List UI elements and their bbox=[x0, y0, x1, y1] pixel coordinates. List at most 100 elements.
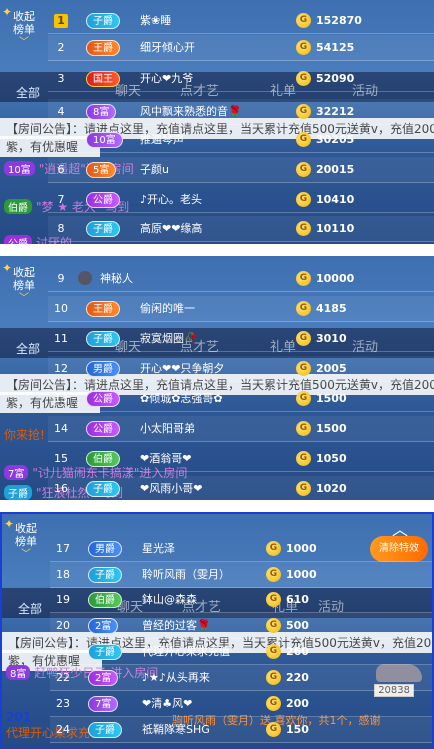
coin-icon: G bbox=[296, 271, 311, 286]
leaderboard-row[interactable]: 2 王爵 细牙倾心开 G 54125 bbox=[48, 35, 434, 61]
coin-icon: G bbox=[296, 301, 311, 316]
contribution-value: 1000 bbox=[286, 568, 317, 581]
rank-number: 17 bbox=[56, 542, 70, 555]
coin-icon: G bbox=[296, 451, 311, 466]
rank-badge: 子爵 bbox=[86, 481, 120, 497]
contribution-value: 1500 bbox=[316, 392, 347, 405]
user-name: 风中飘来熟悉的音🌹 bbox=[140, 105, 242, 118]
contribution-value: 32212 bbox=[316, 105, 355, 118]
leaderboard-row[interactable]: 24 子爵 祗鞘隊寒SHG G 150 bbox=[50, 717, 432, 743]
rank-number: 10 bbox=[54, 302, 68, 315]
contribution-value: 4185 bbox=[316, 302, 347, 315]
collapse-leaderboard-button[interactable]: ✦ 收起 榜单 ﹀ bbox=[4, 518, 46, 561]
leaderboard-row[interactable]: 22 2富 ♪★♪从头再来 G 220 bbox=[50, 665, 432, 691]
rank-badge: 5富 bbox=[86, 162, 117, 178]
user-name: ❤清♣风❤ bbox=[142, 697, 193, 710]
collapse-leaderboard-button[interactable]: ✦ 收起 榜单 ﹀ bbox=[2, 262, 44, 305]
mystery-avatar-icon bbox=[78, 271, 92, 285]
user-name: ♪★♪从头再来 bbox=[142, 671, 210, 684]
rank-number: 8 bbox=[57, 222, 65, 235]
rank-badge: 10富 bbox=[86, 132, 123, 148]
rank-badge: 2富 bbox=[88, 670, 119, 686]
user-name: 子颜u bbox=[140, 163, 169, 176]
leaderboard-row[interactable]: 12 男爵 开心❤❤只争朝夕 G 2005 bbox=[48, 356, 434, 382]
all-filter[interactable]: 全部 bbox=[18, 600, 42, 617]
contribution-value: 1050 bbox=[316, 452, 347, 465]
rank-badge: 公爵 bbox=[86, 192, 120, 208]
coin-icon: G bbox=[266, 696, 281, 711]
leaderboard-row[interactable]: 3 国王 开心❤九爷 G 52090 bbox=[48, 66, 434, 92]
rank-number: 21 bbox=[56, 645, 70, 658]
contribution-value: 220 bbox=[286, 671, 309, 684]
leaderboard-row[interactable]: 10 王爵 偷闲的唯一 G 4185 bbox=[48, 296, 434, 322]
leaderboard-row[interactable]: 13 公爵 ✿倾城✿志强哥✿ G 1500 bbox=[48, 386, 434, 412]
user-name: 小太阳哥弟 bbox=[140, 422, 195, 435]
contribution-value: 1020 bbox=[316, 482, 347, 495]
leaderboard-row[interactable]: 1 子爵 紫❀睡 G 152870 bbox=[48, 8, 434, 34]
leaderboard-row[interactable]: 6 5富 子颜u G 20015 bbox=[48, 157, 434, 183]
coin-icon: G bbox=[296, 13, 311, 28]
all-filter[interactable]: 全部 bbox=[16, 84, 40, 101]
leaderboard-row[interactable]: 17 男爵 星光泽 G 1000 bbox=[50, 536, 432, 562]
leaderboard-row[interactable]: 21 子爵 代理开心果求充值 G 260 bbox=[50, 639, 432, 665]
coin-icon: G bbox=[266, 541, 281, 556]
leaderboard-row[interactable]: 11 子爵 寂寞烟圈🥀 G 3010 bbox=[48, 326, 434, 352]
rank-badge: 伯爵 bbox=[86, 451, 120, 467]
user-name: 细牙倾心开 bbox=[140, 41, 195, 54]
rank-badge: 男爵 bbox=[88, 541, 122, 557]
coin-icon: G bbox=[266, 618, 281, 633]
leaderboard-row[interactable]: 14 公爵 小太阳哥弟 G 1500 bbox=[48, 416, 434, 442]
user-name: 高原❤❤缘高 bbox=[140, 222, 203, 235]
chevron-down-icon: ﹀ bbox=[19, 37, 29, 48]
chevron-down-icon: ﹀ bbox=[21, 549, 31, 560]
star-icon: ✦ bbox=[2, 261, 13, 275]
user-name: 聆听风雨（雯月） bbox=[142, 568, 230, 581]
user-name: 祗鞘隊寒SHG bbox=[142, 723, 210, 736]
user-name: ❤风雨小哥❤ bbox=[140, 482, 203, 495]
user-name: 鉢山@森森 bbox=[142, 593, 197, 606]
leaderboard-row[interactable]: 19 伯爵 鉢山@森森 G 610 bbox=[50, 587, 432, 613]
user-name: 寂寞烟圈🥀 bbox=[140, 332, 198, 345]
coin-icon: G bbox=[266, 592, 281, 607]
user-name: ✿倾城✿志强哥✿ bbox=[140, 392, 223, 405]
leaderboard-row[interactable]: 8 子爵 高原❤❤缘高 G 10110 bbox=[48, 216, 434, 242]
user-name: 代理开心果求充值 bbox=[142, 645, 230, 658]
rank-badge: 子爵 bbox=[86, 13, 120, 29]
rank-badge: 男爵 bbox=[86, 361, 120, 377]
leaderboard-row[interactable]: 18 子爵 聆听风雨（雯月） G 1000 bbox=[50, 562, 432, 588]
contribution-value: 30205 bbox=[316, 133, 355, 146]
rank-number: 22 bbox=[56, 671, 70, 684]
contribution-value: 260 bbox=[286, 645, 309, 658]
leaderboard-row[interactable]: 20 2富 曾经的过客🌹 G 500 bbox=[50, 613, 432, 639]
leaderboard-panel-1: 聊天 点才艺 礼单 活动 【房间公告】：请进点这里，充值请点这里，当天累计充值5… bbox=[0, 0, 434, 244]
rank-badge: 国王 bbox=[86, 71, 120, 87]
contribution-value: 20015 bbox=[316, 163, 355, 176]
contribution-value: 200 bbox=[286, 697, 309, 710]
rank-badge: 子爵 bbox=[86, 331, 120, 347]
coin-icon: G bbox=[296, 192, 311, 207]
rank-badge: 子爵 bbox=[86, 221, 120, 237]
leaderboard-row[interactable]: 15 伯爵 ❤酒翁哥❤ G 1050 bbox=[48, 446, 434, 472]
leaderboard-row[interactable]: 23 7富 ❤清♣风❤ G 200 bbox=[50, 691, 432, 717]
coin-icon: G bbox=[266, 567, 281, 582]
leaderboard-row[interactable]: 5 10富 推遍琴声 G 30205 bbox=[48, 127, 434, 153]
leaderboard-row[interactable]: 9 神秘人 G 10000 bbox=[48, 266, 434, 292]
rank-badge: 子爵 bbox=[88, 567, 122, 583]
rank-number: 13 bbox=[54, 392, 68, 405]
contribution-value: 2005 bbox=[316, 362, 347, 375]
rank-number: 19 bbox=[56, 593, 70, 606]
contribution-value: 150 bbox=[286, 723, 309, 736]
rank-badge: 公爵 bbox=[86, 421, 120, 437]
rank-number: 16 bbox=[54, 482, 68, 495]
rank-badge: 公爵 bbox=[86, 391, 120, 407]
leaderboard-row[interactable]: 7 公爵 ♪开心。老头 G 10410 bbox=[48, 187, 434, 213]
collapse-leaderboard-button[interactable]: ✦ 收起 榜单 ﹀ bbox=[2, 6, 44, 49]
contribution-value: 10000 bbox=[316, 272, 355, 285]
contribution-value: 1500 bbox=[316, 422, 347, 435]
rank-number: 15 bbox=[54, 452, 68, 465]
leaderboard-row[interactable]: 4 8富 风中飘来熟悉的音🌹 G 32212 bbox=[48, 99, 434, 125]
leaderboard-row[interactable]: 16 子爵 ❤风雨小哥❤ G 1020 bbox=[48, 476, 434, 500]
coin-icon: G bbox=[266, 670, 281, 685]
user-name: 推遍琴声 bbox=[140, 133, 184, 146]
all-filter[interactable]: 全部 bbox=[16, 340, 40, 357]
